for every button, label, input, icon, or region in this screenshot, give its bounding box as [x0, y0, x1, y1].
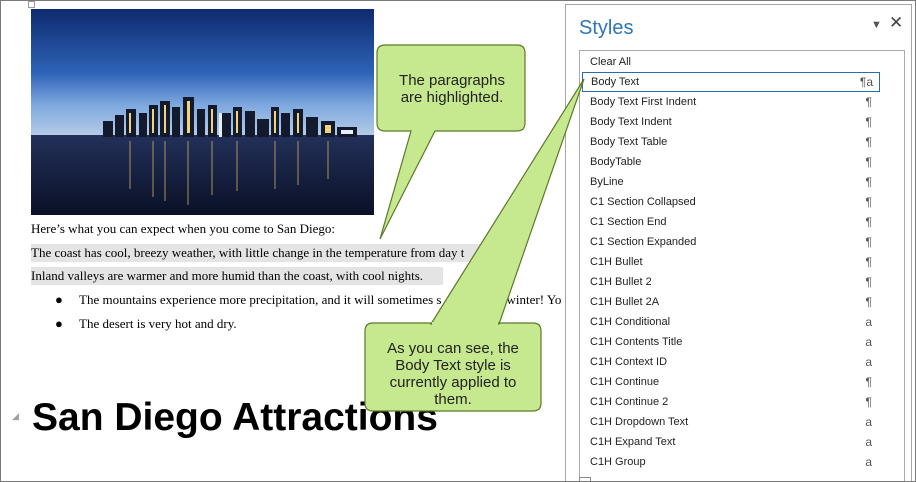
intro-paragraph[interactable]: Here’s what you can expect when you come…	[31, 220, 335, 238]
style-item-clear-all[interactable]: Clear All	[580, 52, 880, 72]
style-item-label: C1H Bullet 2	[590, 276, 652, 288]
style-item[interactable]: C1H Continue 2 ¶	[580, 392, 880, 412]
style-item[interactable]: C1H Contents Title a	[580, 332, 880, 352]
style-item[interactable]: BodyTable ¶	[580, 152, 880, 172]
paragraph-mark-icon: ¶	[865, 115, 872, 129]
style-item-label: C1H Contents Title	[590, 336, 683, 348]
style-item-label: BodyTable	[590, 156, 642, 168]
paragraph-mark-icon: ¶	[865, 175, 872, 189]
style-item[interactable]: Body Text First Indent ¶	[580, 92, 880, 112]
bullet-item-mountains-tail[interactable]: he winter! Yo	[491, 291, 561, 309]
style-item[interactable]: C1H Bullet 2A ¶	[580, 292, 880, 312]
style-item[interactable]: C1H Dropdown Text a	[580, 412, 880, 432]
style-item-label: C1 Section Expanded	[590, 236, 697, 248]
bullet-item-mountains[interactable]: The mountains experience more precipitat…	[79, 291, 441, 309]
scrollbar[interactable]	[884, 51, 904, 481]
style-item-label: C1H Context ID	[590, 356, 668, 368]
paragraph-mark-icon: ¶	[865, 395, 872, 409]
bullet-item-desert[interactable]: The desert is very hot and dry.	[79, 315, 237, 333]
character-mark-icon: a	[865, 335, 872, 349]
text-boundary-marker	[28, 1, 35, 8]
paragraph-mark-icon: ¶	[865, 275, 872, 289]
coast-paragraph[interactable]: The coast has cool, breezy weather, with…	[31, 244, 491, 262]
style-item[interactable]: ByLine ¶	[580, 172, 880, 192]
san-diego-skyline-photo[interactable]	[31, 9, 374, 215]
character-mark-icon: a	[865, 415, 872, 429]
bullet-icon: ●	[55, 316, 63, 331]
style-item-label: Clear All	[590, 56, 631, 68]
style-item[interactable]: C1 Section End ¶	[580, 212, 880, 232]
style-item-label: C1H Continue 2	[590, 396, 669, 408]
style-item[interactable]: C1 Section Expanded ¶	[580, 232, 880, 252]
callout-bottom-text: As you can see, the Body Text style is c…	[387, 340, 519, 408]
style-item[interactable]: Body Text Table ¶	[580, 132, 880, 152]
paragraph-mark-icon: ¶	[865, 195, 872, 209]
callout-top-text: The paragraphs are highlighted.	[399, 72, 505, 106]
style-item[interactable]: C1H Bullet 2 ¶	[580, 272, 880, 292]
style-item-label: Body Text First Indent	[590, 96, 697, 108]
style-item[interactable]: C1H Conditional a	[580, 312, 880, 332]
style-item[interactable]: C1 Section Collapsed ¶	[580, 192, 880, 212]
character-mark-icon: a	[865, 435, 872, 449]
style-item-label: C1H Bullet	[590, 256, 643, 268]
show-preview-checkbox[interactable]	[579, 477, 591, 481]
style-item[interactable]: C1H Expand Text a	[580, 432, 880, 452]
character-mark-icon: a	[865, 455, 872, 469]
style-item-label: C1H Bullet 2A	[590, 296, 660, 308]
paragraph-mark-icon: ¶	[865, 135, 872, 149]
paragraph-mark-icon: ¶	[865, 235, 872, 249]
style-item-label: C1 Section Collapsed	[590, 196, 696, 208]
style-item-label: Body Text Indent	[590, 116, 672, 128]
styles-pane: Styles ▼ ✕ Clear All Body Text ¶a Body Tex…	[565, 4, 912, 481]
pane-title: Styles	[579, 17, 634, 39]
bullet-icon: ●	[55, 292, 63, 307]
style-item-label: C1H Expand Text	[590, 436, 676, 448]
window-frame: Here’s what you can expect when you come…	[0, 0, 916, 482]
paragraph-mark-icon: ¶	[865, 215, 872, 229]
paragraph-mark-icon: ¶	[865, 255, 872, 269]
style-item[interactable]: C1H Context ID a	[580, 352, 880, 372]
style-item-label: Body Text	[591, 76, 640, 88]
paragraph-mark-icon: ¶	[865, 375, 872, 389]
inland-paragraph[interactable]: Inland valleys are warmer and more humid…	[31, 267, 443, 285]
chevron-down-icon[interactable]: ▼	[871, 18, 882, 32]
close-icon[interactable]: ✕	[889, 13, 903, 33]
style-item-label: C1H Continue	[590, 376, 660, 388]
collapse-triangle-icon[interactable]: ◢	[12, 411, 19, 421]
character-mark-icon: a	[865, 315, 872, 329]
paragraph-mark-icon: ¶a	[859, 75, 873, 89]
style-item[interactable]: C1H Group a	[580, 452, 880, 472]
paragraph-mark-icon: ¶	[865, 295, 872, 309]
style-item[interactable]: Body Text Indent ¶	[580, 112, 880, 132]
paragraph-mark-icon: ¶	[865, 95, 872, 109]
styles-list[interactable]: Clear All Body Text ¶a Body Text First Ind…	[579, 50, 905, 481]
style-item-label: C1 Section End	[590, 216, 667, 228]
style-item[interactable]: C1H Continue ¶	[580, 372, 880, 392]
style-item-label: Body Text Table	[590, 136, 668, 148]
paragraph-mark-icon: ¶	[865, 155, 872, 169]
style-item[interactable]: C1H Bullet ¶	[580, 252, 880, 272]
style-item-label: C1H Conditional	[590, 316, 671, 328]
style-item[interactable]: Body Text ¶a	[582, 72, 880, 92]
character-mark-icon: a	[865, 355, 872, 369]
style-item-label: ByLine	[590, 176, 624, 188]
style-item-label: C1H Group	[590, 456, 646, 468]
style-item-label: C1H Dropdown Text	[590, 416, 689, 428]
